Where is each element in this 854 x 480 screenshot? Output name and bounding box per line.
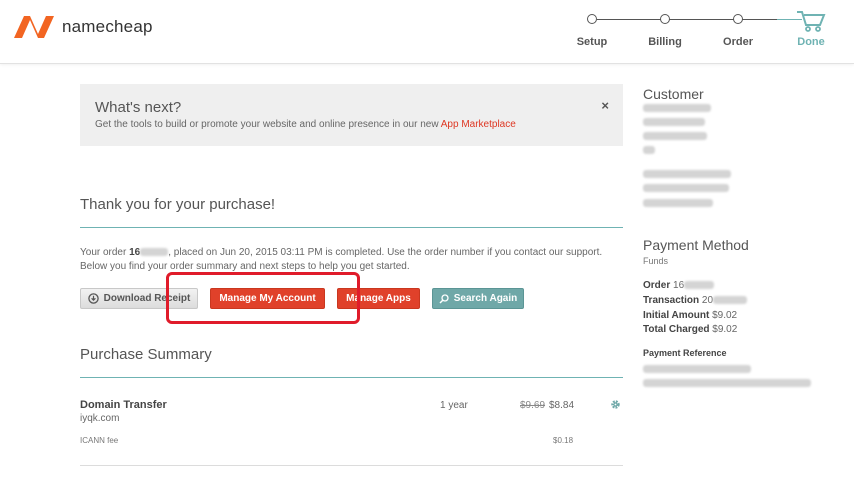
order-details: , placed on Jun 20, 2015 03:11 PM is com…: [168, 247, 603, 258]
payment-initial-row: Initial Amount $9.02: [643, 310, 737, 321]
progress-line: [597, 19, 777, 20]
item-price: $8.84: [549, 400, 575, 411]
whats-next-description: Get the tools to build or promote your w…: [95, 119, 441, 130]
payment-initial-value: $9.02: [712, 310, 738, 321]
step-label-billing: Billing: [648, 36, 682, 48]
payment-method-heading: Payment Method: [643, 237, 749, 253]
purchase-summary-heading: Purchase Summary: [80, 346, 212, 363]
customer-heading: Customer: [643, 86, 704, 102]
step-label-order: Order: [723, 36, 753, 48]
payment-transaction-label: Transaction: [643, 295, 700, 306]
manage-account-button[interactable]: Manage My Account: [210, 288, 325, 309]
step-dot-setup: [587, 14, 597, 24]
payment-initial-label: Initial Amount: [643, 310, 710, 321]
download-receipt-label: Download Receipt: [103, 293, 191, 304]
redacted-line: [643, 170, 731, 178]
payment-order-row: Order 16: [643, 280, 715, 291]
payment-charged-row: Total Charged $9.02: [643, 324, 737, 335]
thank-you-heading: Thank you for your purchase!: [80, 196, 276, 213]
search-again-label: Search Again: [453, 293, 518, 304]
item-period: 1 year: [440, 400, 468, 411]
whats-next-text: Get the tools to build or promote your w…: [95, 119, 516, 130]
payment-transaction-row: Transaction 20: [643, 295, 748, 306]
redacted-reference: [643, 365, 751, 373]
payment-order-label: Order: [643, 280, 671, 291]
step-dot-order: [733, 14, 743, 24]
summary-bottom-divider: [80, 465, 623, 466]
item-name: Domain Transfer: [80, 399, 167, 411]
payment-order-value: 16: [673, 280, 685, 291]
redacted-line: [643, 132, 707, 140]
redacted-reference: [643, 379, 811, 387]
app-marketplace-link[interactable]: App Marketplace: [441, 119, 516, 130]
redacted-line: [643, 199, 713, 207]
item-old-price: $9.69: [520, 400, 546, 411]
step-dot-billing: [660, 14, 670, 24]
fee-name: ICANN fee: [80, 436, 119, 445]
redacted-line: [643, 146, 655, 154]
search-again-button[interactable]: Search Again: [432, 288, 524, 309]
order-prefix: Your order: [80, 247, 130, 258]
order-confirmation-text: Your order 16 , placed on Jun 20, 2015 03…: [80, 246, 640, 274]
manage-apps-button[interactable]: Manage Apps: [337, 288, 420, 309]
payment-method-value: Funds: [643, 256, 669, 266]
item-domain: iyqk.com: [80, 413, 120, 424]
payment-charged-label: Total Charged: [643, 324, 710, 335]
payment-transaction-value: 20: [701, 295, 714, 306]
payment-charged-value: $9.02: [712, 324, 738, 335]
redacted-digits: [713, 296, 748, 305]
payment-reference-label: Payment Reference: [643, 348, 727, 358]
redacted-line: [643, 184, 729, 192]
gear-icon[interactable]: [610, 399, 621, 410]
redacted-line: [643, 104, 711, 112]
step-label-setup: Setup: [576, 36, 608, 48]
whats-next-title: What's next?: [95, 99, 182, 116]
redacted-line: [643, 118, 705, 126]
whats-next-banner: What's next? Get the tools to build or p…: [80, 84, 623, 146]
download-receipt-button[interactable]: Download Receipt: [80, 288, 198, 309]
close-icon[interactable]: ×: [601, 98, 609, 113]
site-header: namecheap Setup Billing Order Done: [0, 0, 854, 64]
blurred-order-digits: [140, 248, 169, 257]
fee-price: $0.18: [553, 436, 574, 445]
order-next-steps: Below you find your order summary and ne…: [80, 261, 410, 272]
section-divider: [80, 227, 623, 228]
checkout-progress: Setup Billing Order Done: [0, 0, 854, 64]
download-icon: [87, 293, 99, 304]
redacted-digits: [684, 281, 715, 290]
order-number: 16: [129, 247, 141, 258]
cart-icon: [797, 11, 826, 32]
summary-divider: [80, 377, 623, 378]
step-label-done: Done: [797, 36, 825, 48]
search-icon: [439, 293, 449, 304]
